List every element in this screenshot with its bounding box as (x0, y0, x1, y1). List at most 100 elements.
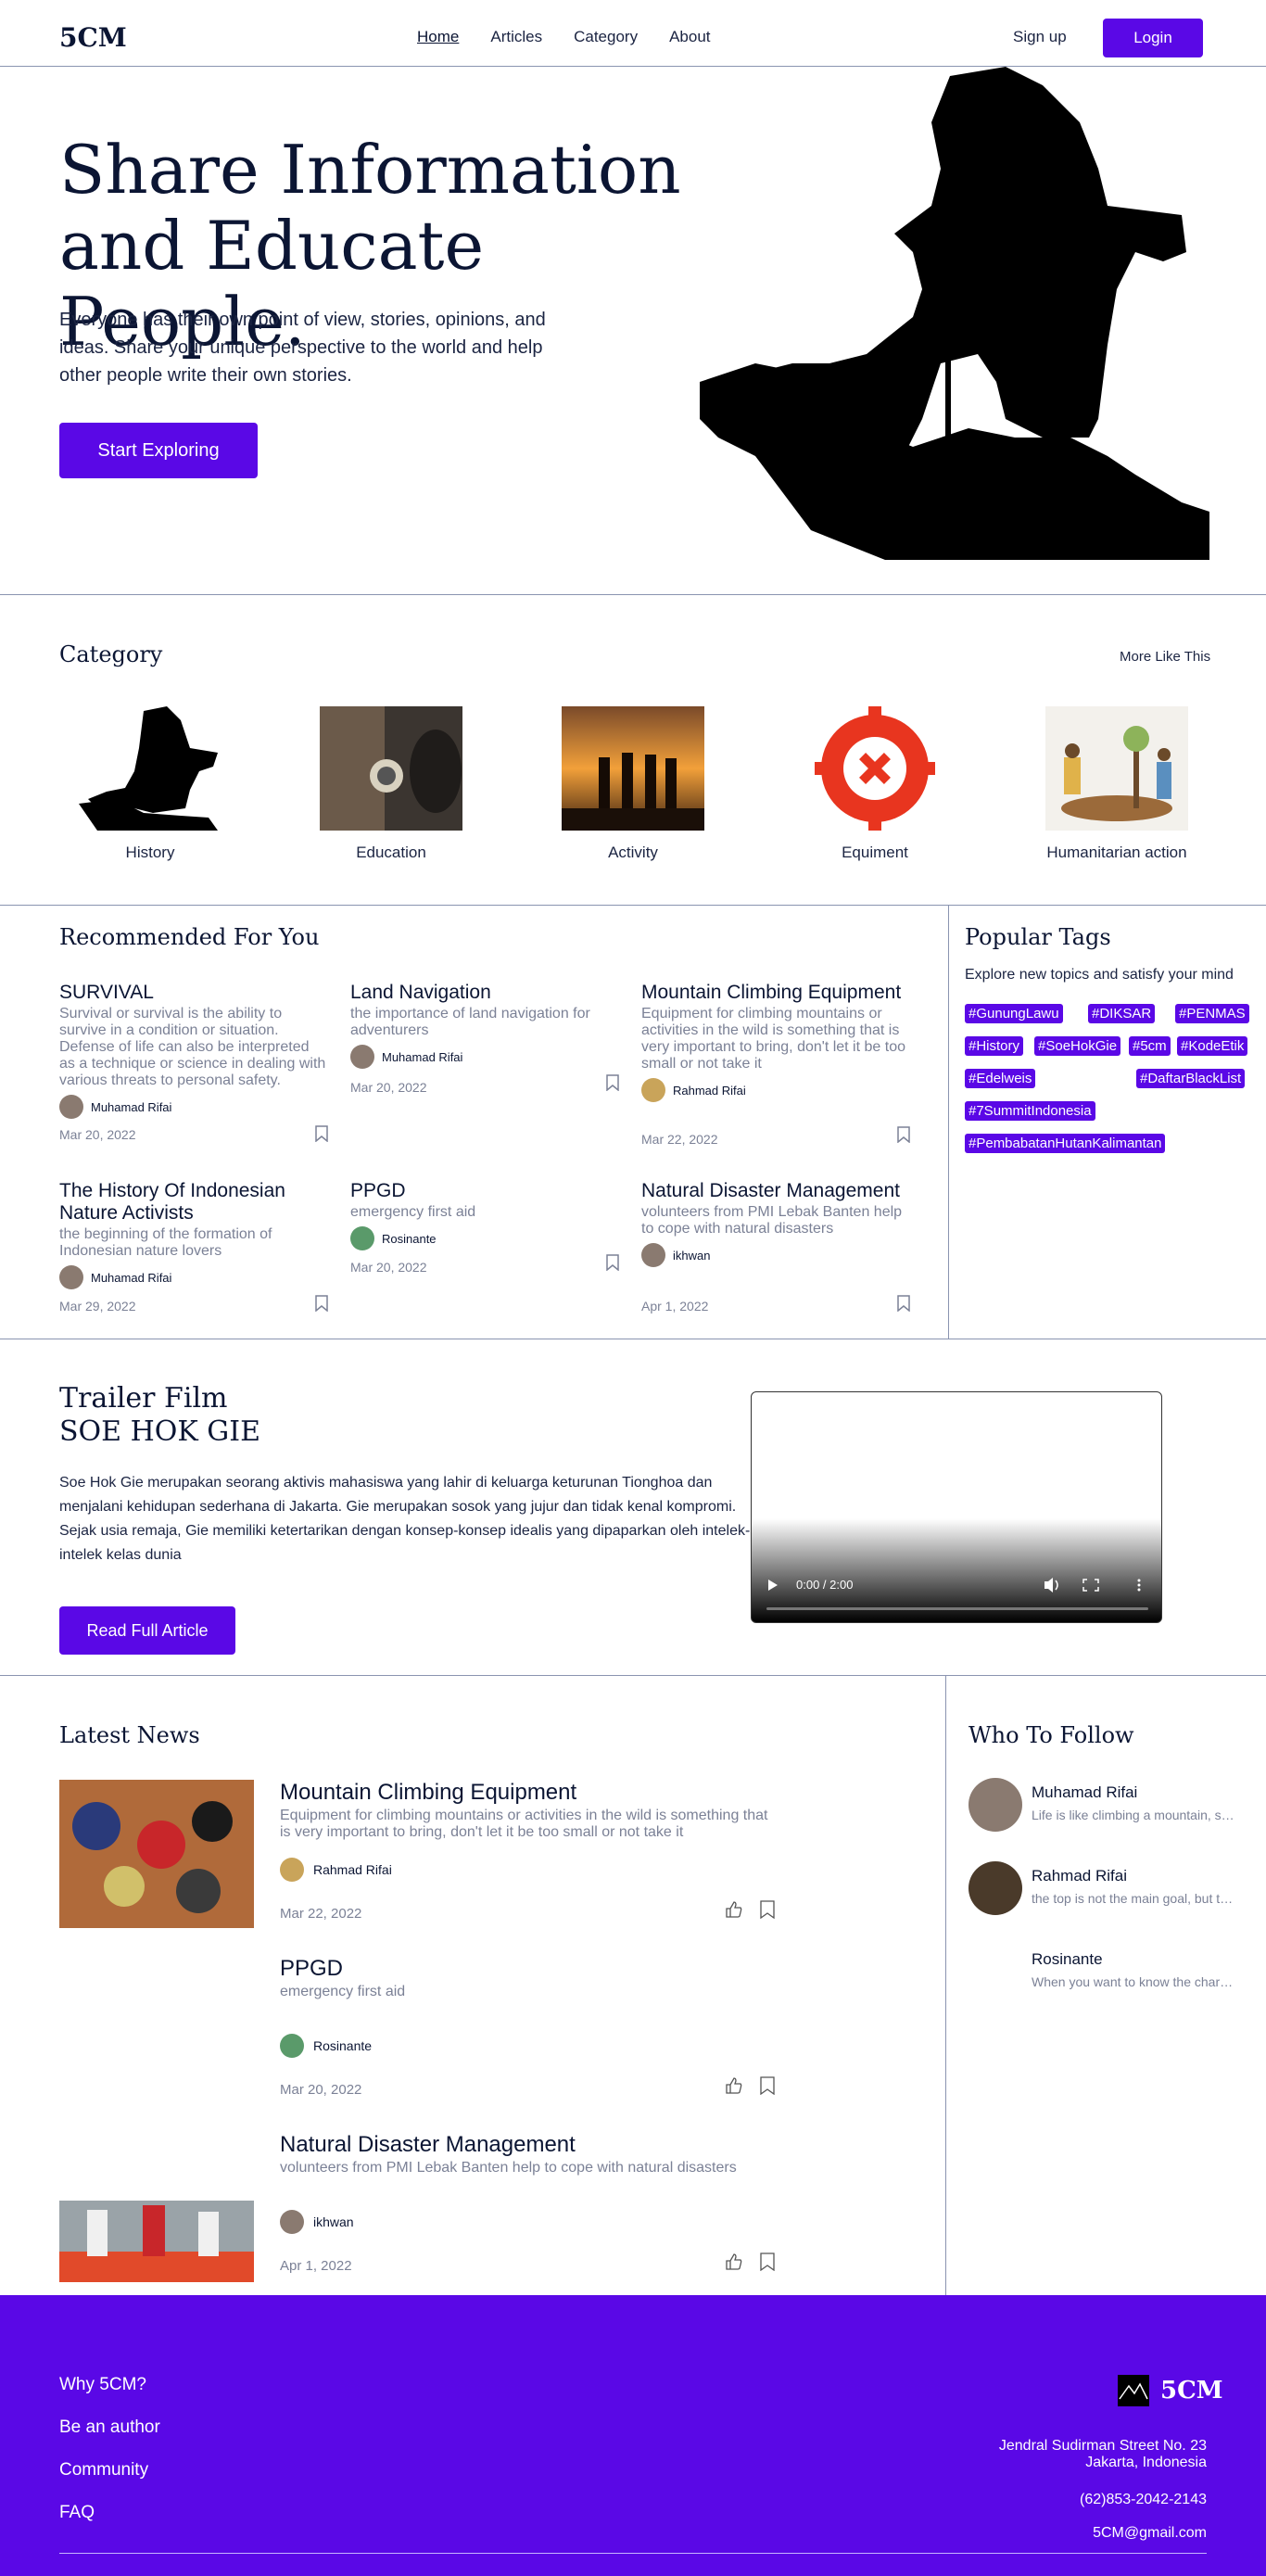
bookmark-icon[interactable] (315, 1295, 328, 1312)
article-card[interactable]: Land Navigation the importance of land n… (350, 982, 619, 1102)
category-humanitarian[interactable]: Humanitarian action (1024, 706, 1209, 862)
follow-suggestion[interactable]: Muhamad Rifai Life is like climbing a mo… (968, 1778, 1247, 1834)
news-title[interactable]: Mountain Climbing Equipment (280, 1780, 780, 1806)
follow-name[interactable]: Rosinante (1032, 1950, 1103, 1969)
footer-link-community[interactable]: Community (59, 2460, 148, 2481)
author-name: Muhamad Rifai (382, 1049, 463, 1064)
article-title[interactable]: The History Of Indonesian Nature Activis… (59, 1180, 328, 1225)
footer-link-author[interactable]: Be an author (59, 2417, 160, 2438)
footer-email[interactable]: 5CM@gmail.com (1093, 2525, 1207, 2542)
tag[interactable]: #7SummitIndonesia (965, 1101, 1095, 1121)
tag[interactable]: #SoeHokGie (1034, 1036, 1121, 1056)
bookmark-icon[interactable] (760, 2252, 775, 2271)
signup-link[interactable]: Sign up (1013, 28, 1067, 46)
login-button[interactable]: Login (1103, 19, 1203, 57)
tag[interactable]: #GunungLawu (965, 1004, 1063, 1023)
bookmark-icon[interactable] (315, 1125, 328, 1142)
news-title[interactable]: PPGD (280, 1956, 780, 1982)
nav-category[interactable]: Category (574, 28, 638, 46)
site-logo[interactable]: 5CM (59, 22, 127, 53)
tag[interactable]: #KodeEtik (1177, 1036, 1248, 1056)
avatar (350, 1045, 374, 1069)
news-item[interactable]: Natural Disaster Management volunteers f… (59, 2132, 782, 2297)
article-author[interactable]: Muhamad Rifai (59, 1095, 328, 1119)
play-icon[interactable] (768, 1580, 778, 1591)
article-card[interactable]: PPGD emergency first aid Rosinante Mar 2… (350, 1180, 619, 1319)
follow-bio: When you want to know the character of s… (1032, 1974, 1235, 1989)
tag[interactable]: #DIKSAR (1088, 1004, 1156, 1023)
article-card[interactable]: The History Of Indonesian Nature Activis… (59, 1180, 328, 1319)
bookmark-icon[interactable] (760, 2076, 775, 2095)
category-label: Humanitarian action (1046, 844, 1187, 861)
news-author[interactable]: Rahmad Rifai (280, 1858, 392, 1882)
news-date: Mar 22, 2022 (280, 1906, 362, 1922)
avatar (968, 1861, 1022, 1915)
news-desc: volunteers from PMI Lebak Banten help to… (280, 2160, 737, 2176)
fullscreen-icon[interactable] (1082, 1579, 1099, 1592)
thumbs-up-icon[interactable] (725, 1900, 743, 1919)
follow-name[interactable]: Muhamad Rifai (1032, 1783, 1137, 1802)
bookmark-icon[interactable] (897, 1295, 910, 1312)
thumbs-up-icon[interactable] (725, 2076, 743, 2095)
article-author[interactable]: Rahmad Rifai (641, 1078, 910, 1102)
tag[interactable]: #History (965, 1036, 1024, 1056)
thumbs-up-icon[interactable] (725, 2252, 743, 2271)
article-title[interactable]: PPGD (350, 1180, 619, 1202)
trailer-description: Soe Hok Gie merupakan seorang aktivis ma… (59, 1471, 754, 1567)
tag[interactable]: #PENMAS (1175, 1004, 1249, 1023)
video-progress-track[interactable] (766, 1607, 1148, 1610)
tag[interactable]: #Edelweis (965, 1069, 1036, 1088)
follow-suggestion[interactable]: Rahmad Rifai the top is not the main goa… (968, 1861, 1247, 1917)
news-author[interactable]: Rosinante (280, 2034, 372, 2058)
news-author[interactable]: ikhwan (280, 2210, 354, 2234)
bookmark-icon[interactable] (760, 1900, 775, 1919)
footer-link-faq[interactable]: FAQ (59, 2503, 95, 2523)
news-item[interactable]: Mountain Climbing Equipment Equipment fo… (59, 1780, 782, 1945)
more-like-this-link[interactable]: More Like This (1120, 649, 1210, 665)
article-author[interactable]: ikhwan (641, 1243, 910, 1267)
avatar (350, 1226, 374, 1250)
category-label: Activity (608, 844, 658, 861)
footer-logo[interactable]: 5CM (1118, 2375, 1223, 2406)
footer-address-line: Jendral Sudirman Street No. 23 (998, 2438, 1207, 2454)
education-image (320, 706, 462, 831)
follow-name[interactable]: Rahmad Rifai (1032, 1867, 1127, 1885)
bookmark-icon[interactable] (897, 1126, 910, 1143)
article-author[interactable]: Rosinante (350, 1226, 619, 1250)
bookmark-icon[interactable] (606, 1254, 619, 1271)
tag[interactable]: #PembabatanHutanKalimantan (965, 1134, 1166, 1153)
nav-articles[interactable]: Articles (490, 28, 542, 46)
nav-about[interactable]: About (669, 28, 710, 46)
more-options-icon[interactable] (1137, 1579, 1141, 1592)
video-player[interactable]: 0:00 / 2:00 (751, 1391, 1162, 1623)
video-controls: 0:00 / 2:00 (752, 1567, 1161, 1622)
article-title[interactable]: Natural Disaster Management (641, 1180, 910, 1202)
site-footer: Why 5CM? Be an author Community FAQ 5CM … (0, 2295, 1266, 2576)
author-name: Rahmad Rifai (673, 1083, 746, 1098)
article-date: Mar 20, 2022 (350, 1080, 427, 1095)
news-item[interactable]: PPGD emergency first aid Rosinante Mar 2… (59, 1956, 782, 2121)
article-author[interactable]: Muhamad Rifai (59, 1265, 328, 1289)
nav-home[interactable]: Home (417, 28, 459, 46)
article-card[interactable]: SURVIVAL Survival or survival is the abi… (59, 982, 328, 1142)
bookmark-icon[interactable] (606, 1074, 619, 1091)
article-title[interactable]: Mountain Climbing Equipment (641, 982, 910, 1004)
article-card[interactable]: Natural Disaster Management volunteers f… (641, 1180, 910, 1319)
tag[interactable]: #DaftarBlackList (1136, 1069, 1246, 1088)
article-card[interactable]: Mountain Climbing Equipment Equipment fo… (641, 982, 910, 1147)
category-history[interactable]: History (57, 706, 243, 862)
read-full-article-button[interactable]: Read Full Article (59, 1606, 235, 1655)
article-title[interactable]: SURVIVAL (59, 982, 328, 1004)
category-equipment[interactable]: Equiment (782, 706, 968, 862)
category-education[interactable]: Education (298, 706, 484, 862)
article-date: Mar 20, 2022 (59, 1127, 136, 1142)
article-author[interactable]: Muhamad Rifai (350, 1045, 619, 1069)
volume-icon[interactable] (1044, 1578, 1058, 1593)
news-title[interactable]: Natural Disaster Management (280, 2132, 780, 2158)
category-activity[interactable]: Activity (540, 706, 726, 862)
tag[interactable]: #5cm (1129, 1036, 1171, 1056)
start-exploring-button[interactable]: Start Exploring (59, 423, 258, 478)
article-title[interactable]: Land Navigation (350, 982, 619, 1004)
footer-link-why[interactable]: Why 5CM? (59, 2375, 146, 2395)
follow-suggestion[interactable]: Rosinante When you want to know the char… (968, 1945, 1247, 2000)
